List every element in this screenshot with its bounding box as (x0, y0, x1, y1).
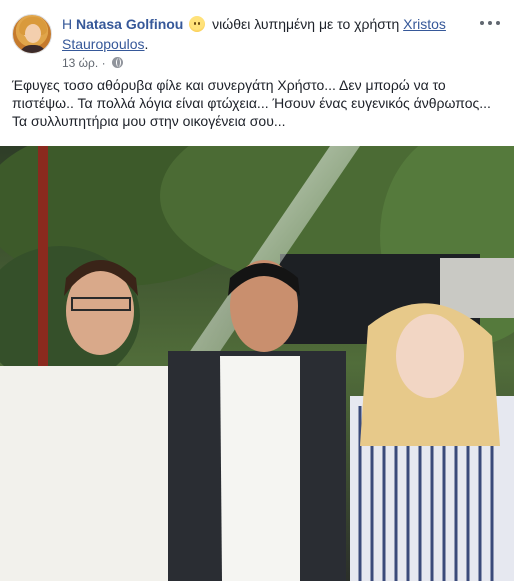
author-name-link[interactable]: Natasa Golfinou (76, 16, 183, 32)
more-options-icon[interactable] (480, 16, 500, 30)
author-prefix: Η (62, 16, 73, 32)
message-line: Τα συλλυπητήρια μου στην οικογένεια σου.… (12, 113, 286, 129)
globe-icon[interactable] (111, 57, 123, 68)
post-timestamp[interactable]: 13 ώρ. (62, 56, 98, 70)
message-line: πιστέψω.. Τα πολλά λόγια είναι φτώχεια..… (12, 95, 491, 111)
author-avatar[interactable] (12, 14, 52, 54)
post-meta: 13 ώρ. · (62, 56, 123, 70)
post-photo[interactable] (0, 146, 514, 581)
post-header: Η Natasa Golfinou νιώθει λυπημένη με το … (12, 10, 504, 70)
message-line: Έφυγες τοσο αθόρυβα φίλε και συνεργάτη Χ… (12, 77, 446, 93)
post-header-text: Η Natasa Golfinou νιώθει λυπημένη με το … (62, 14, 482, 54)
facebook-post: Η Natasa Golfinou νιώθει λυπημένη με το … (0, 0, 514, 581)
sad-face-emoji-icon (189, 16, 206, 32)
feeling-text: νιώθει λυπημένη με το χρήστη (212, 16, 400, 32)
meta-separator: · (101, 56, 106, 70)
tagged-suffix: . (144, 36, 149, 52)
post-message: Έφυγες τοσο αθόρυβα φίλε και συνεργάτη Χ… (12, 76, 506, 130)
